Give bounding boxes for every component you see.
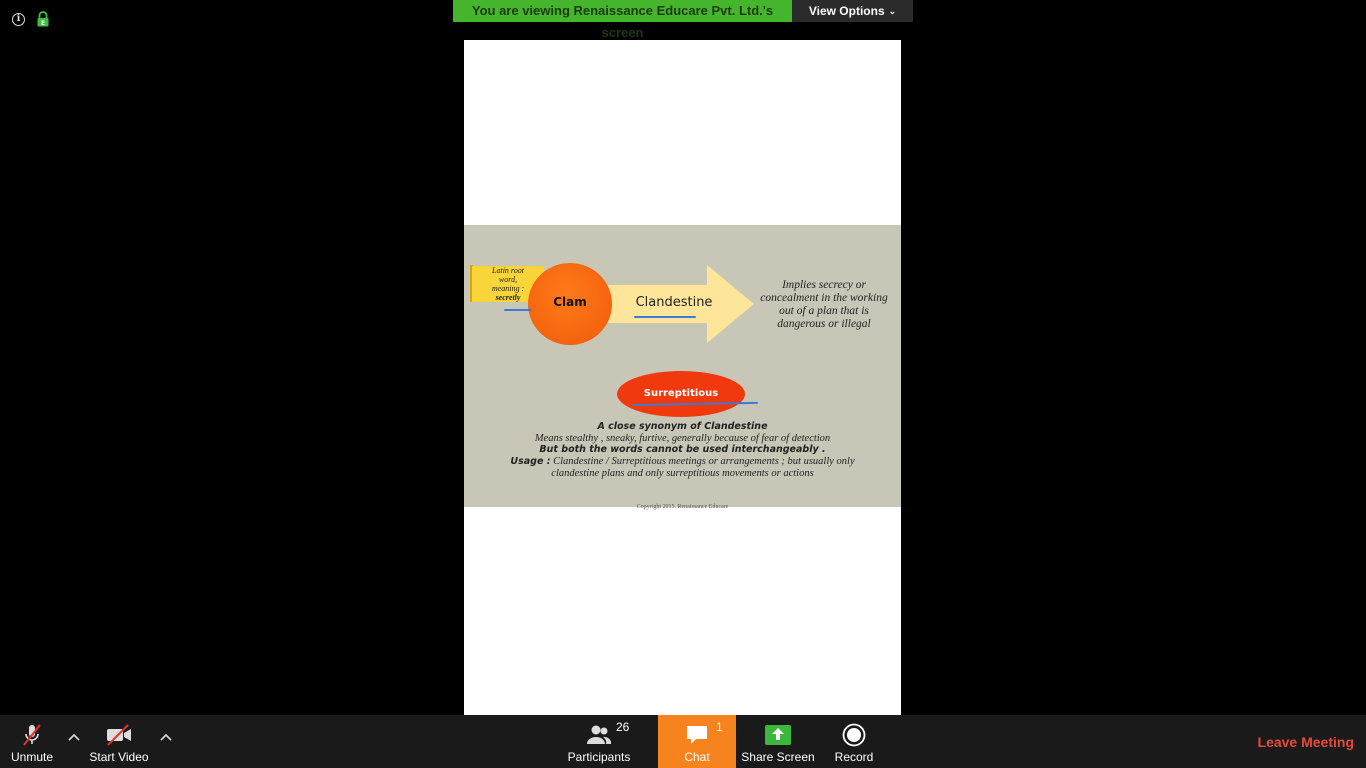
- clandestine-label: Clandestine: [635, 295, 713, 310]
- video-options-chevron-up-icon[interactable]: [159, 731, 173, 745]
- record-icon: [842, 723, 866, 747]
- start-video-button[interactable]: Start Video: [86, 715, 152, 768]
- share-screen-label: Share Screen: [741, 750, 815, 764]
- slide-body: A close synonym of Clandestine Means ste…: [504, 421, 861, 480]
- synonym-heading: A close synonym of Clandestine: [597, 421, 768, 432]
- lock-letter: E: [41, 20, 45, 27]
- meeting-status-icons: i E: [12, 11, 50, 27]
- chevron-down-icon: ⌄: [888, 6, 897, 16]
- chat-unread-count: 1: [716, 720, 723, 734]
- chat-button[interactable]: 1 Chat: [658, 715, 736, 768]
- warning-text: But both the words cannot be used interc…: [539, 444, 826, 456]
- share-screen-icon: [765, 725, 791, 745]
- slide: Latin root word, meaning : secretly Clam…: [464, 225, 901, 507]
- annotation-underline: [504, 309, 532, 311]
- meaning-text: Means stealthy , sneaky, furtive, genera…: [534, 432, 831, 444]
- unmute-label: Unmute: [10, 750, 54, 764]
- lock-icon[interactable]: E: [36, 11, 50, 27]
- meeting-toolbar: Unmute Start Video 26 Participants 1 Cha…: [0, 715, 1366, 768]
- audio-options-chevron-up-icon[interactable]: [67, 731, 81, 745]
- unmute-button[interactable]: Unmute: [4, 715, 60, 768]
- video-off-icon: [107, 724, 131, 746]
- participants-button[interactable]: 26 Participants: [562, 715, 636, 768]
- shared-screen: Latin root word, meaning : secretly Clam…: [464, 40, 901, 715]
- share-banner: You are viewing Renaissance Educare Pvt.…: [453, 0, 913, 40]
- share-screen-button[interactable]: Share Screen: [740, 715, 816, 768]
- info-icon[interactable]: i: [12, 12, 25, 26]
- chat-label: Chat: [684, 750, 710, 764]
- participants-count: 26: [616, 720, 630, 734]
- record-label: Record: [834, 750, 874, 764]
- copyright-text: Copyright 2015. Renaissance Educare: [636, 504, 729, 510]
- chat-icon: [687, 726, 707, 744]
- share-banner-text: You are viewing Renaissance Educare Pvt.…: [453, 0, 792, 40]
- clam-label: Clam: [553, 295, 587, 309]
- view-options-button[interactable]: View Options ⌄: [792, 0, 913, 22]
- participants-label: Participants: [567, 750, 631, 764]
- annotation-underline: [634, 316, 696, 318]
- participants-icon: [587, 725, 612, 744]
- leave-meeting-button[interactable]: Leave Meeting: [1258, 734, 1354, 750]
- definition-text: Implies secrecy or concealment in the wo…: [760, 279, 888, 330]
- start-video-label: Start Video: [89, 750, 149, 764]
- surreptitious-label: Surreptitious: [643, 388, 719, 399]
- muted-mic-icon: [23, 724, 41, 746]
- note-line: Latin root: [492, 266, 524, 275]
- record-button[interactable]: Record: [826, 715, 882, 768]
- usage-text: Usage : Clandestine / Surreptitious meet…: [510, 456, 855, 479]
- view-options-label: View Options: [808, 4, 885, 18]
